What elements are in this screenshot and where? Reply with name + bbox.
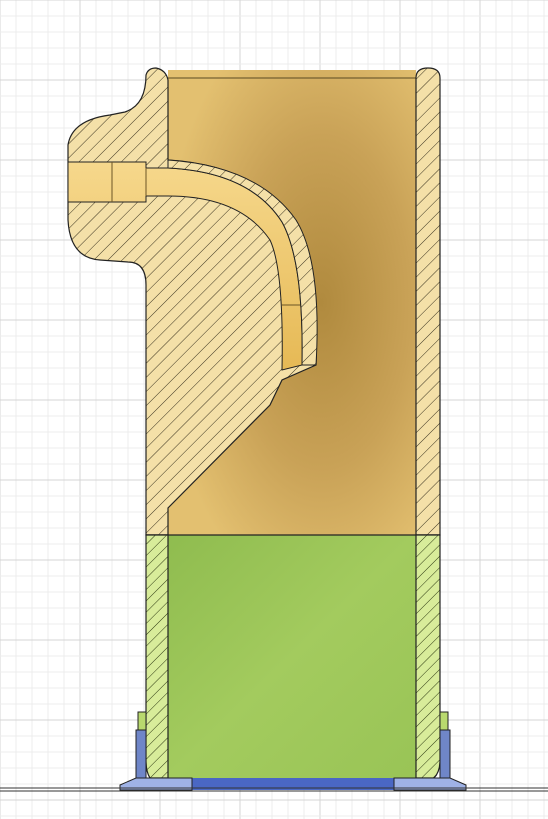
- upper-body[interactable]: [67, 67, 441, 536]
- section-view-canvas[interactable]: [0, 0, 548, 819]
- right-wall-section: [415, 67, 441, 536]
- sleeve-interior: [168, 535, 416, 778]
- right-blue-clip: [439, 729, 451, 781]
- right-sleeve-wall: [415, 534, 441, 779]
- cad-viewport[interactable]: [0, 0, 548, 819]
- left-blue-clip: [135, 729, 147, 781]
- left-sleeve-wall: [145, 534, 169, 779]
- lower-sleeve[interactable]: [137, 534, 449, 779]
